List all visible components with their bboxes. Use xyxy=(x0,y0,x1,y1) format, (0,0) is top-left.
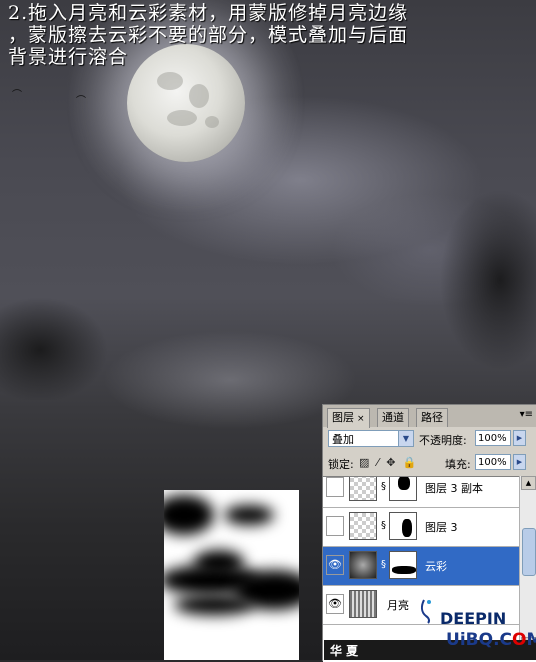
layer-name: 云彩 xyxy=(425,560,447,573)
tab-layers[interactable]: 图层 × xyxy=(327,408,370,428)
layer-row-copy[interactable]: § 图层 3 副本 xyxy=(323,477,520,508)
chevron-down-icon[interactable]: ▼ xyxy=(398,431,413,446)
visibility-toggle[interactable] xyxy=(326,516,344,536)
watermark-brand: DEEPIN xyxy=(440,609,507,628)
lock-label: 锁定: xyxy=(328,458,354,471)
site-char: C xyxy=(499,630,513,650)
lock-row: 锁定: ▨ ⁄ ✥ 🔒 填充: 100% ▶ xyxy=(323,451,536,475)
scroll-up-icon[interactable]: ▲ xyxy=(521,476,536,490)
tab-label: 通道 xyxy=(382,411,404,424)
layer-scrollbar[interactable]: ▲ ▼ xyxy=(519,476,536,651)
fill-label: 填充: xyxy=(445,458,471,471)
blend-mode-select[interactable]: 叠加 ▼ xyxy=(328,430,414,447)
lock-icons[interactable]: ▨ ⁄ ✥ 🔒 xyxy=(359,456,419,469)
tutorial-caption: 2.拖入月亮和云彩素材，用蒙版修掉月亮边缘 ，蒙版擦去云彩不要的部分，模式叠加与… xyxy=(8,2,528,68)
layer-thumbnail xyxy=(349,512,377,540)
panel-tabbar: 图层 × 通道 路径 ▾≡ xyxy=(323,405,536,428)
fill-input[interactable]: 100% xyxy=(475,454,511,470)
layer-name: 图层 3 xyxy=(425,521,458,534)
layer-name: 月亮 xyxy=(387,599,409,612)
tab-label: 路径 xyxy=(421,411,443,424)
caption-line: 背景进行溶合 xyxy=(8,46,129,68)
layer-thumbnail xyxy=(349,551,377,579)
layer-row-3[interactable]: § 图层 3 xyxy=(323,508,520,547)
scroll-thumb[interactable] xyxy=(522,528,536,576)
mask-preview xyxy=(164,490,299,660)
site-char: B xyxy=(465,630,479,650)
mask-thumbnail[interactable] xyxy=(389,477,417,501)
mask-thumbnail[interactable] xyxy=(389,551,417,579)
site-char: Q xyxy=(478,630,494,650)
eye-icon[interactable]: 👁 xyxy=(326,594,344,614)
layer-name: 图层 3 副本 xyxy=(425,482,483,495)
site-char: O xyxy=(512,630,527,650)
opacity-input[interactable]: 100% xyxy=(475,430,511,446)
visibility-toggle[interactable] xyxy=(326,477,344,497)
site-char: U xyxy=(446,630,460,650)
close-icon[interactable]: × xyxy=(357,414,365,424)
site-char: M xyxy=(526,630,536,650)
link-icon: § xyxy=(381,559,386,570)
tab-paths[interactable]: 路径 xyxy=(416,408,448,427)
tab-channels[interactable]: 通道 xyxy=(377,408,409,427)
watermark-bottom-text: 华 夏 xyxy=(330,644,359,658)
caption-line: ，蒙版擦去云彩不要的部分，模式叠加与后面 xyxy=(8,24,409,46)
trees-left-silhouette xyxy=(0,230,160,400)
tab-label: 图层 xyxy=(332,411,354,424)
panel-menu-icon[interactable]: ▾≡ xyxy=(520,409,533,420)
layer-row-clouds[interactable]: 👁 § 云彩 xyxy=(323,547,520,586)
bird-icon: ⌒ xyxy=(76,96,86,107)
eye-icon[interactable]: 👁 xyxy=(326,555,344,575)
layer-thumbnail xyxy=(349,590,377,618)
link-icon: § xyxy=(381,481,386,492)
layer-thumbnail xyxy=(349,477,377,501)
caption-line: 2.拖入月亮和云彩素材，用蒙版修掉月亮边缘 xyxy=(8,2,409,24)
watermark-site: UiBQ.COM xyxy=(446,630,536,650)
mask-thumbnail[interactable] xyxy=(389,512,417,540)
opacity-label: 不透明度: xyxy=(419,434,467,447)
blend-row: 叠加 ▼ 不透明度: 100% ▶ xyxy=(323,427,536,451)
blend-mode-value: 叠加 xyxy=(332,433,354,446)
deepin-logo-icon xyxy=(420,599,431,624)
link-icon: § xyxy=(381,520,386,531)
trees-right-silhouette xyxy=(390,140,536,380)
opacity-arrow-icon[interactable]: ▶ xyxy=(513,430,526,446)
bird-icon: ⌒ xyxy=(12,90,22,101)
fill-arrow-icon[interactable]: ▶ xyxy=(513,454,526,470)
